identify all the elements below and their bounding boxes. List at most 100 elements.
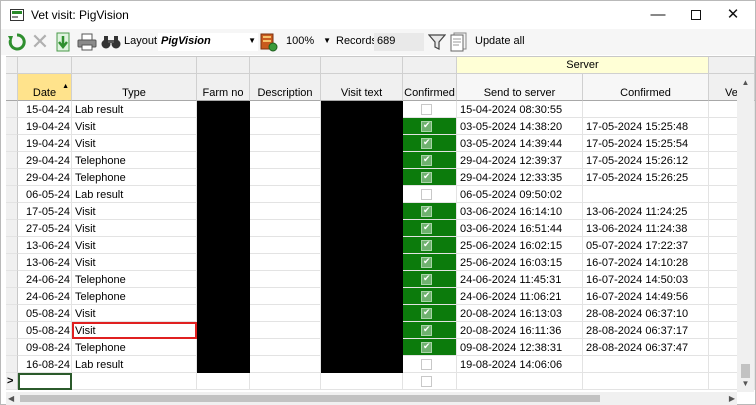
cell-date[interactable]: 09-08-24 <box>18 339 72 356</box>
cell-date[interactable]: 13-06-24 <box>18 237 72 254</box>
column-header-farm-no[interactable]: Farm no <box>197 74 250 101</box>
export-button[interactable] <box>55 32 71 52</box>
cell-send-to-server[interactable]: 15-04-2024 08:30:55 <box>457 101 583 118</box>
cell-description[interactable] <box>250 169 321 186</box>
cell-type[interactable]: Telephone <box>72 339 197 356</box>
cell-date[interactable]: 19-04-24 <box>18 118 72 135</box>
scroll-down-icon[interactable]: ▼ <box>737 375 754 392</box>
cell-confirmed[interactable] <box>403 135 457 152</box>
table-row[interactable]: 13-06-24Visit 25-06-2024 16:03:1516-07-20… <box>6 254 755 271</box>
table-row[interactable]: 29-04-24Telephone 29-04-2024 12:39:3717-0… <box>6 152 755 169</box>
table-row[interactable]: 05-08-24Visit 20-08-2024 16:11:3628-08-20… <box>6 322 755 339</box>
cell-server-confirmed[interactable]: 17-05-2024 15:26:25 <box>583 169 709 186</box>
row-selector[interactable] <box>6 186 18 203</box>
cell-server-confirmed[interactable]: 16-07-2024 14:49:56 <box>583 288 709 305</box>
cell-server-confirmed[interactable]: 17-05-2024 15:25:54 <box>583 135 709 152</box>
column-header-confirmed[interactable]: Confirmed <box>403 74 457 101</box>
cell-description[interactable] <box>250 118 321 135</box>
confirmed-checkbox[interactable] <box>421 104 432 115</box>
cell-type[interactable]: Visit <box>72 203 197 220</box>
table-row[interactable]: 29-04-24Telephone 29-04-2024 12:33:3517-0… <box>6 169 755 186</box>
cell-confirmed[interactable] <box>403 152 457 169</box>
layout-settings-button[interactable] <box>260 32 278 52</box>
cell-farm-no[interactable] <box>197 118 250 135</box>
cell-type[interactable]: Visit <box>72 237 197 254</box>
row-selector[interactable] <box>6 254 18 271</box>
cell-date[interactable]: 16-08-24 <box>18 356 72 373</box>
column-header-date[interactable]: Date ▲ <box>18 74 72 101</box>
cell-type[interactable]: Telephone <box>72 169 197 186</box>
confirmed-checkbox[interactable] <box>421 154 432 166</box>
cell-confirmed[interactable] <box>403 373 457 390</box>
cell-confirmed[interactable] <box>403 118 457 135</box>
confirmed-checkbox[interactable] <box>421 205 432 217</box>
row-selector[interactable] <box>6 118 18 135</box>
cell-confirmed[interactable] <box>403 339 457 356</box>
cell-date[interactable] <box>18 373 72 390</box>
cell-description[interactable] <box>250 237 321 254</box>
confirmed-checkbox[interactable] <box>421 171 432 183</box>
cell-confirmed[interactable] <box>403 203 457 220</box>
cell-server-confirmed[interactable]: 05-07-2024 17:22:37 <box>583 237 709 254</box>
table-row[interactable]: 24-06-24Telephone 24-06-2024 11:06:2116-0… <box>6 288 755 305</box>
row-selector[interactable] <box>6 101 18 118</box>
cell-confirmed[interactable] <box>403 220 457 237</box>
cell-server-confirmed[interactable] <box>583 373 709 390</box>
cell-description[interactable] <box>250 373 321 390</box>
table-row[interactable]: 19-04-24Visit 03-05-2024 14:39:4417-05-20… <box>6 135 755 152</box>
cell-date[interactable]: 27-05-24 <box>18 220 72 237</box>
vertical-scrollbar[interactable]: ▲ ▼ <box>737 74 754 392</box>
cell-description[interactable] <box>250 220 321 237</box>
confirmed-checkbox[interactable] <box>421 256 432 268</box>
cell-description[interactable] <box>250 288 321 305</box>
row-selector[interactable] <box>6 288 18 305</box>
cell-farm-no[interactable] <box>197 237 250 254</box>
scroll-left-icon[interactable]: ◀ <box>8 392 14 405</box>
cell-send-to-server[interactable]: 25-06-2024 16:03:15 <box>457 254 583 271</box>
cell-date[interactable]: 29-04-24 <box>18 152 72 169</box>
confirmed-checkbox[interactable] <box>421 359 432 370</box>
confirmed-checkbox[interactable] <box>421 341 432 353</box>
cell-send-to-server[interactable] <box>457 373 583 390</box>
confirmed-checkbox[interactable] <box>421 273 432 285</box>
minimize-button[interactable]: — <box>641 3 675 27</box>
confirmed-checkbox[interactable] <box>421 120 432 132</box>
cell-type[interactable]: Lab result <box>72 356 197 373</box>
table-row[interactable]: 17-05-24Visit 03-06-2024 16:14:1013-06-20… <box>6 203 755 220</box>
cell-farm-no[interactable] <box>197 152 250 169</box>
cell-type[interactable]: Visit <box>72 220 197 237</box>
cell-server-confirmed[interactable]: 17-05-2024 15:25:48 <box>583 118 709 135</box>
cell-type[interactable]: Telephone <box>72 152 197 169</box>
cell-server-confirmed[interactable]: 28-08-2024 06:37:17 <box>583 322 709 339</box>
cell-type[interactable]: Lab result <box>72 186 197 203</box>
cell-server-confirmed[interactable] <box>583 356 709 373</box>
cell-type[interactable]: Telephone <box>72 288 197 305</box>
cell-date[interactable]: 05-08-24 <box>18 305 72 322</box>
row-selector[interactable] <box>6 220 18 237</box>
confirmed-checkbox[interactable] <box>421 239 432 251</box>
document-button[interactable] <box>450 32 468 52</box>
cell-farm-no[interactable] <box>197 373 250 390</box>
cell-send-to-server[interactable]: 03-06-2024 16:51:44 <box>457 220 583 237</box>
confirmed-checkbox[interactable] <box>421 222 432 234</box>
find-button[interactable] <box>100 32 122 52</box>
cell-visit-text[interactable] <box>321 101 403 118</box>
cell-date[interactable]: 24-06-24 <box>18 288 72 305</box>
horizontal-scrollbar[interactable]: ◀ ▶ <box>6 392 737 405</box>
cell-visit-text[interactable] <box>321 152 403 169</box>
cell-visit-text[interactable] <box>321 339 403 356</box>
cell-type[interactable] <box>72 373 197 390</box>
horizontal-scroll-thumb[interactable] <box>20 395 600 402</box>
cell-server-confirmed[interactable]: 28-08-2024 06:37:47 <box>583 339 709 356</box>
cell-send-to-server[interactable]: 29-04-2024 12:39:37 <box>457 152 583 169</box>
cell-farm-no[interactable] <box>197 203 250 220</box>
cell-confirmed[interactable] <box>403 254 457 271</box>
cell-server-confirmed[interactable]: 13-06-2024 11:24:25 <box>583 203 709 220</box>
cell-type[interactable]: Telephone <box>72 271 197 288</box>
cell-send-to-server[interactable]: 03-06-2024 16:14:10 <box>457 203 583 220</box>
cell-farm-no[interactable] <box>197 135 250 152</box>
confirmed-checkbox[interactable] <box>421 324 432 336</box>
confirmed-checkbox[interactable] <box>421 189 432 200</box>
cell-server-confirmed[interactable]: 13-06-2024 11:24:38 <box>583 220 709 237</box>
cell-description[interactable] <box>250 254 321 271</box>
